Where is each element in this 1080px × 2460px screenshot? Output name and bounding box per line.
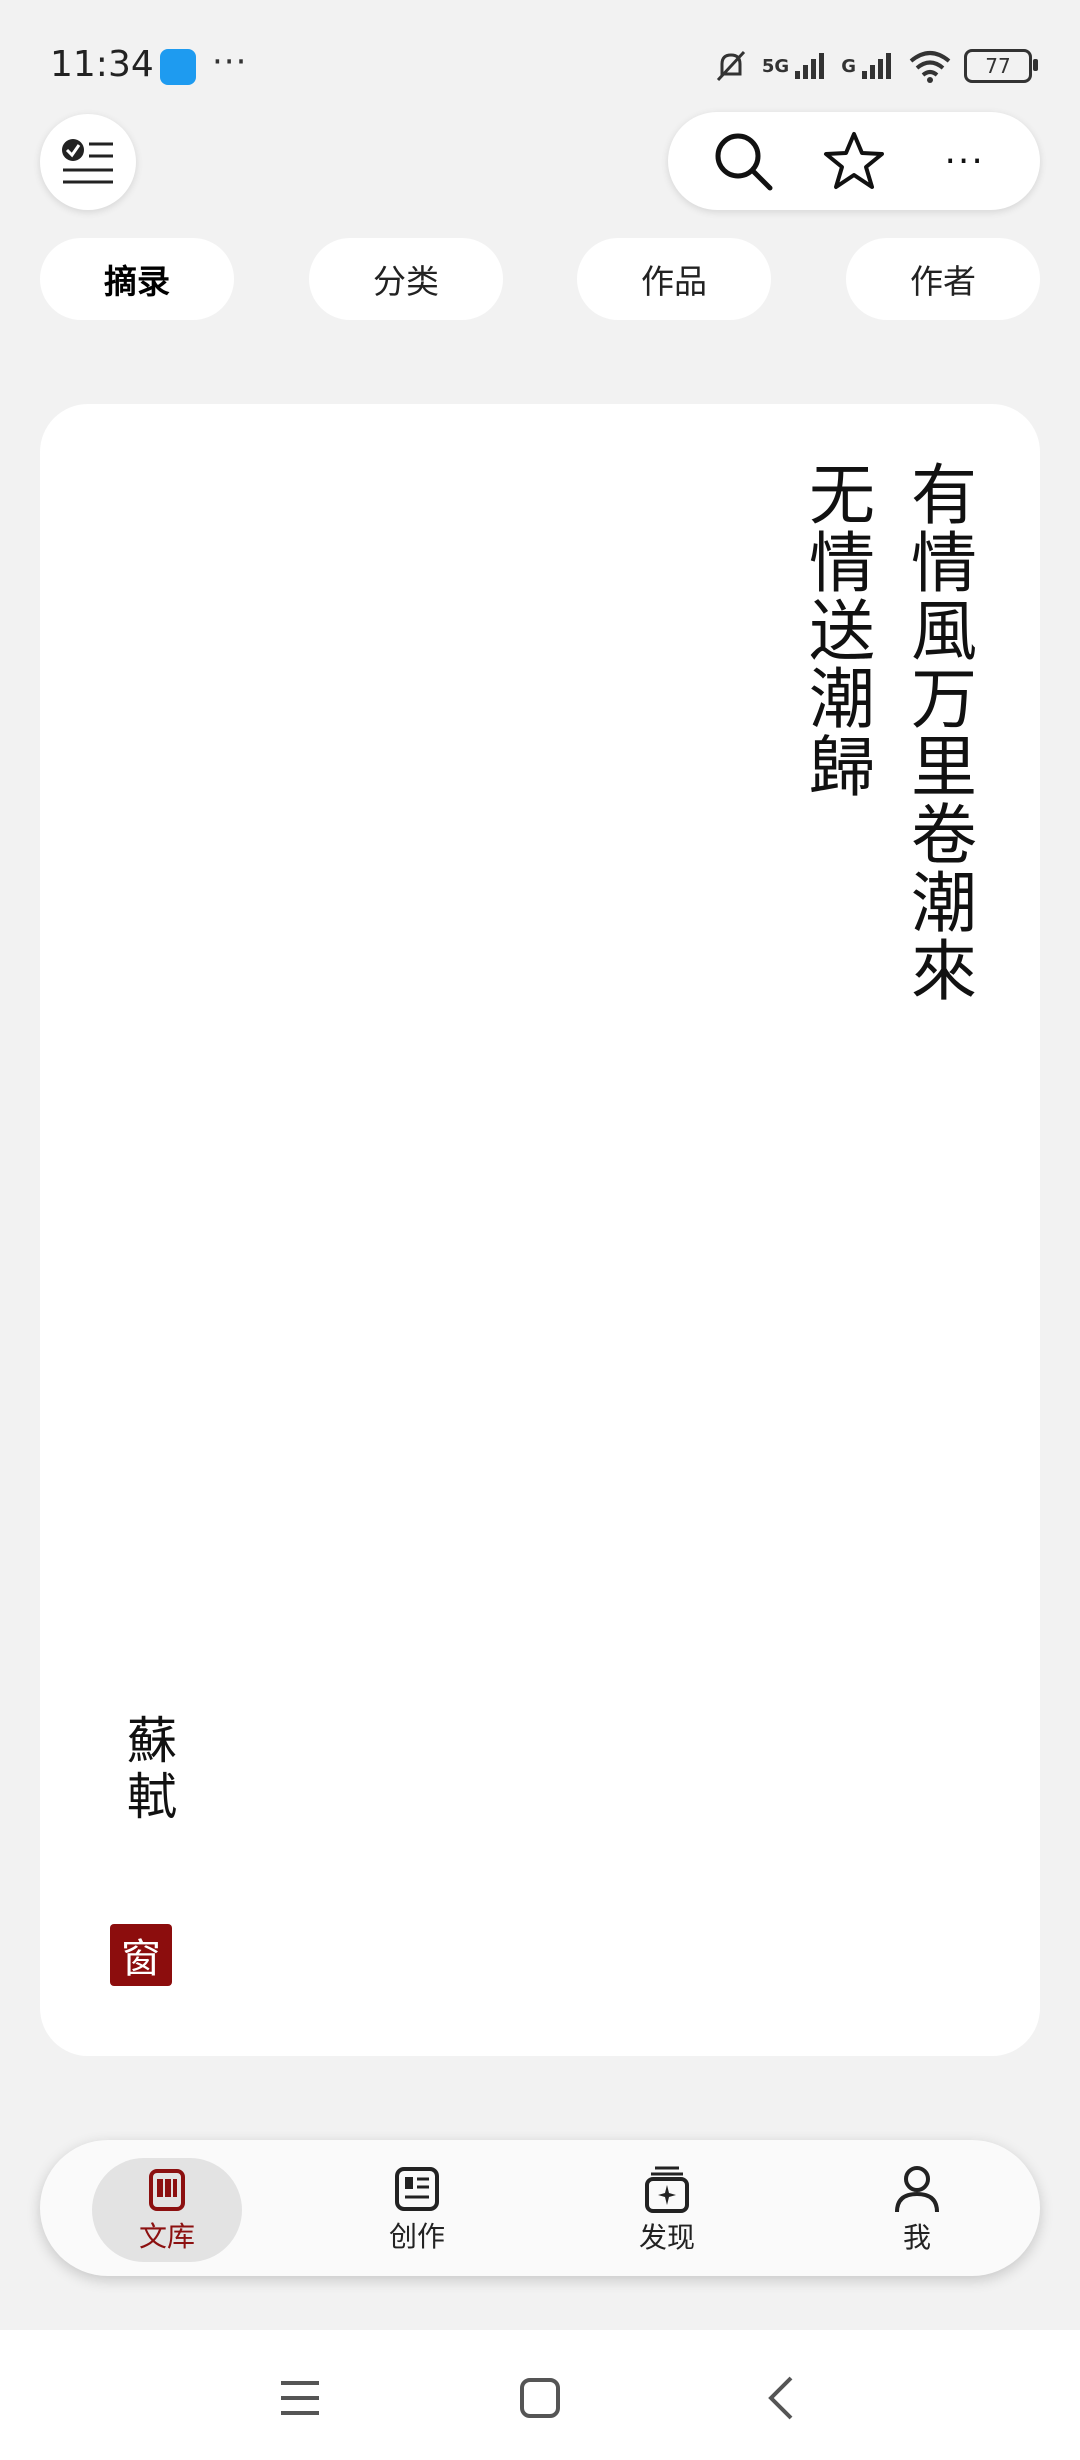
recents-button[interactable] — [270, 2368, 330, 2428]
mute-bell-icon — [716, 50, 746, 82]
nav-profile-label: 我 — [902, 2221, 931, 2254]
signal-bars-icon — [795, 53, 825, 79]
header-actions: ··· — [668, 112, 1040, 210]
bottom-nav: 文库 创作 发现 我 — [40, 2140, 1040, 2276]
create-icon — [395, 2167, 439, 2211]
signal-g-label: G — [841, 55, 856, 77]
tab-works[interactable]: 作品 — [577, 238, 771, 320]
seal-stamp: 窗 — [110, 1924, 172, 1986]
tab-excerpts[interactable]: 摘录 — [40, 238, 234, 320]
poem-card[interactable]: 有情風万里卷潮來 无情送潮歸 蘇軾 窗 — [40, 404, 1040, 2056]
status-more: ··· — [212, 42, 248, 82]
square-home-icon — [520, 2378, 560, 2418]
signal-bars-2-icon — [862, 53, 891, 79]
checklist-icon — [62, 139, 113, 184]
battery-icon: 77 — [964, 49, 1038, 83]
nav-profile[interactable]: 我 — [842, 2158, 992, 2262]
system-nav-bar — [0, 2330, 1080, 2460]
back-button[interactable] — [750, 2368, 810, 2428]
signal-5g-label: 5G — [761, 55, 790, 77]
poem-line-2: 无情送潮歸 — [798, 460, 875, 800]
poem-author: 蘇軾 — [119, 1714, 177, 1826]
menu-icon — [281, 2381, 319, 2415]
nav-library[interactable]: 文库 — [92, 2158, 242, 2262]
checklist-menu-button[interactable] — [40, 114, 136, 210]
discover-icon — [645, 2166, 689, 2213]
star-icon — [823, 132, 884, 189]
back-chevron-icon — [768, 2376, 793, 2420]
wifi-icon — [909, 51, 951, 83]
home-button[interactable] — [510, 2368, 570, 2428]
favorite-button[interactable] — [819, 126, 889, 196]
status-time: 11:34 — [50, 44, 154, 85]
poem-line-1: 有情風万里卷潮來 — [900, 460, 977, 1004]
cloud-icon — [160, 49, 196, 85]
more-icon: ··· — [944, 140, 985, 182]
nav-discover[interactable]: 发现 — [592, 2158, 742, 2262]
search-button[interactable] — [708, 126, 778, 196]
tab-categories[interactable]: 分类 — [309, 238, 503, 320]
search-icon — [715, 133, 773, 191]
library-icon — [149, 2169, 185, 2211]
nav-create-label: 创作 — [388, 2220, 445, 2253]
app-screen: 11:34 ··· 5G G 77 ··· 摘录 分类 作品 作者 有情風万里卷… — [0, 0, 1080, 2460]
profile-icon — [895, 2166, 939, 2213]
nav-discover-label: 发现 — [638, 2221, 695, 2254]
nav-library-label: 文库 — [138, 2220, 195, 2253]
more-button[interactable]: ··· — [930, 126, 1000, 196]
nav-create[interactable]: 创作 — [342, 2158, 492, 2262]
status-indicators: 5G G 77 — [712, 46, 1038, 86]
tab-authors[interactable]: 作者 — [846, 238, 1040, 320]
